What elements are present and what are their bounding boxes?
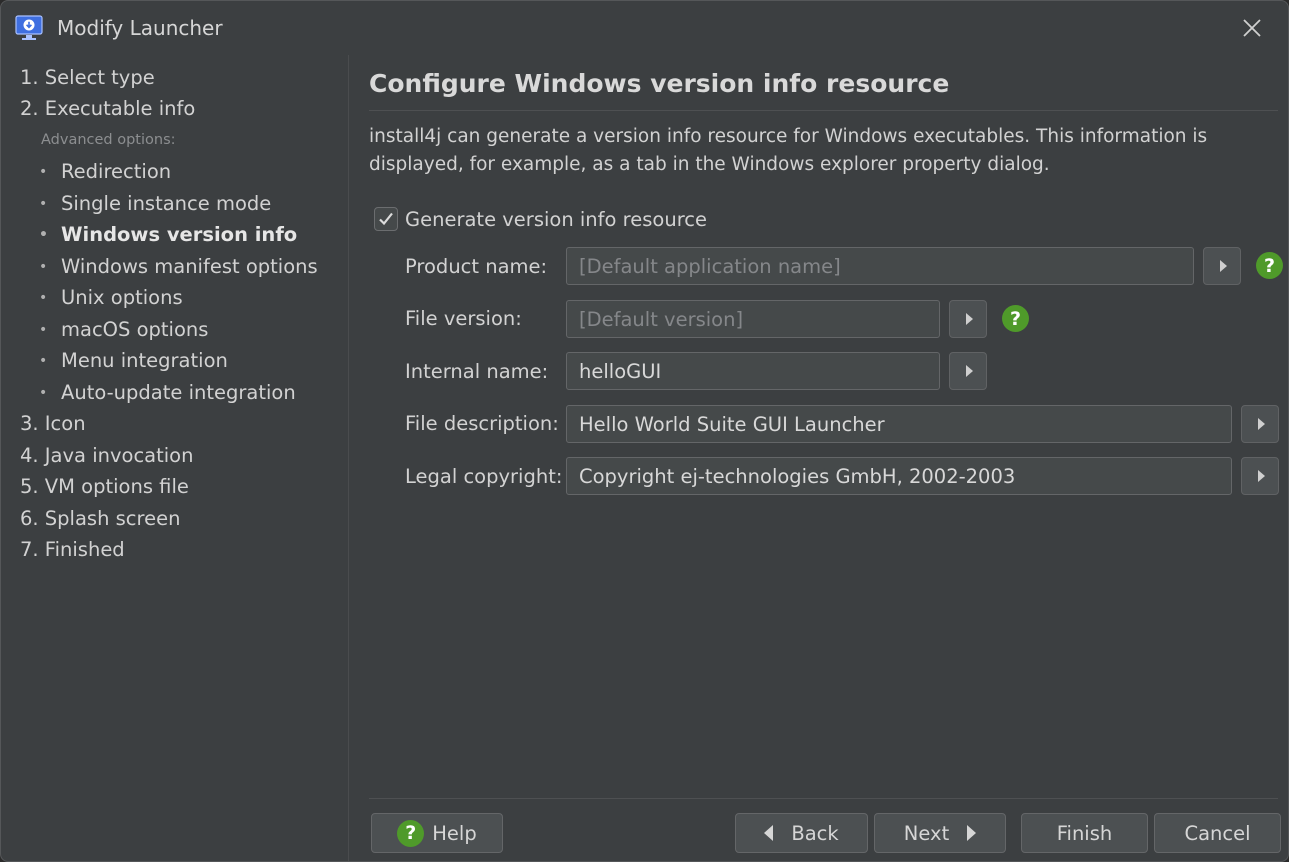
legal-copyright-label: Legal copyright: (405, 465, 563, 488)
main-panel: Configure Windows version info resource … (369, 55, 1283, 861)
footer-divider (369, 798, 1278, 799)
modify-launcher-dialog: Modify Launcher 1. Select type 2. Execut… (0, 0, 1289, 862)
help-icon: ? (397, 819, 425, 847)
arrow-right-icon (1257, 418, 1265, 430)
product-name-help-icon[interactable]: ? (1256, 252, 1283, 279)
sidebar-item-windows-version-info[interactable]: • Windows version info (39, 223, 297, 246)
step-executable-info[interactable]: 2. Executable info (20, 97, 195, 120)
title-divider (369, 110, 1278, 111)
step-finished[interactable]: 7. Finished (20, 538, 125, 561)
file-version-help-icon[interactable]: ? (1002, 305, 1029, 332)
next-button[interactable]: Next (874, 813, 1006, 853)
launcher-app-icon (15, 15, 43, 40)
sidebar-item-auto-update-integration[interactable]: • Auto-update integration (39, 381, 296, 404)
help-button[interactable]: ? Help (371, 813, 503, 853)
close-button[interactable] (1230, 9, 1274, 47)
file-description-variable-button[interactable] (1241, 405, 1279, 443)
sidebar-item-menu-integration[interactable]: • Menu integration (39, 349, 228, 372)
sidebar-item-unix-options[interactable]: • Unix options (39, 286, 183, 309)
file-version-label: File version: (405, 307, 522, 330)
file-version-field[interactable]: [Default version] (566, 300, 940, 338)
arrow-right-icon (965, 365, 973, 377)
arrow-right-icon (1219, 260, 1227, 272)
generate-version-info-label: Generate version info resource (405, 207, 708, 231)
internal-name-label: Internal name: (405, 360, 549, 383)
window-title: Modify Launcher (57, 16, 223, 40)
page-description: install4j can generate a version info re… (369, 126, 1208, 175)
step-icon[interactable]: 3. Icon (20, 412, 86, 435)
cancel-button[interactable]: Cancel (1154, 813, 1281, 853)
file-description-label: File description: (405, 412, 559, 435)
step-vm-options-file[interactable]: 5. VM options file (20, 475, 189, 498)
sidebar-item-macos-options[interactable]: • macOS options (39, 318, 208, 341)
legal-copyright-field[interactable]: Copyright ej-technologies GmbH, 2002-200… (566, 457, 1232, 495)
back-button[interactable]: Back (735, 813, 868, 853)
legal-copyright-variable-button[interactable] (1241, 457, 1279, 495)
title-bar: Modify Launcher (1, 1, 1288, 55)
sidebar-item-redirection[interactable]: • Redirection (39, 160, 171, 183)
file-version-variable-button[interactable] (949, 300, 987, 338)
file-description-field[interactable]: Hello World Suite GUI Launcher (566, 405, 1232, 443)
arrow-left-icon (764, 825, 774, 841)
page-title: Configure Windows version info resource (369, 69, 950, 98)
finish-button[interactable]: Finish (1021, 813, 1148, 853)
step-splash-screen[interactable]: 6. Splash screen (20, 507, 180, 530)
generate-version-info-checkbox[interactable] (374, 207, 398, 231)
wizard-steps-sidebar: 1. Select type 2. Executable info Advanc… (1, 55, 349, 861)
arrow-right-icon (965, 313, 973, 325)
step-select-type[interactable]: 1. Select type (20, 66, 155, 89)
internal-name-variable-button[interactable] (949, 352, 987, 390)
product-name-field[interactable]: [Default application name] (566, 247, 1194, 285)
product-name-label: Product name: (405, 255, 548, 278)
sidebar-item-windows-manifest-options[interactable]: • Windows manifest options (39, 255, 318, 278)
arrow-right-icon (1257, 470, 1265, 482)
arrow-right-icon (967, 825, 977, 841)
step-java-invocation[interactable]: 4. Java invocation (20, 444, 193, 467)
sidebar-item-single-instance-mode[interactable]: • Single instance mode (39, 192, 271, 215)
internal-name-field[interactable]: helloGUI (566, 352, 940, 390)
generate-version-info-checkbox-row[interactable]: Generate version info resource (374, 207, 707, 231)
product-name-variable-button[interactable] (1203, 247, 1241, 285)
close-icon (1243, 19, 1261, 37)
advanced-options-label: Advanced options: (41, 132, 176, 148)
checkmark-icon (379, 212, 393, 226)
